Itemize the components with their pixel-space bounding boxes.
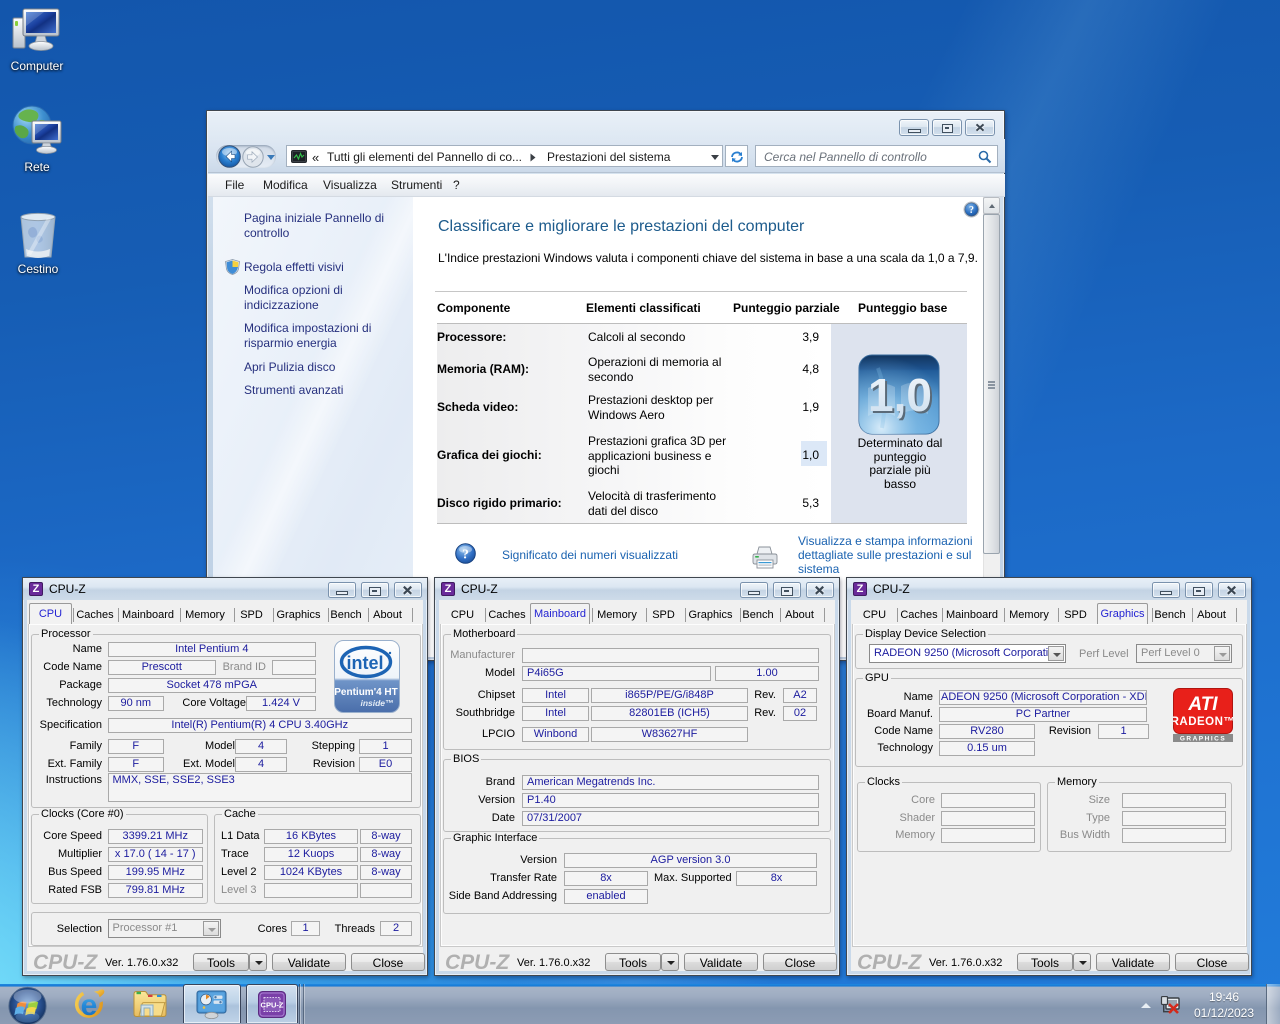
svg-text:e: e (81, 989, 98, 1021)
svg-text:GRAPHICS: GRAPHICS (1180, 736, 1226, 743)
svg-text:RADEON™: RADEON™ (1173, 716, 1233, 728)
svg-text:CPU-Z: CPU-Z (261, 1001, 284, 1010)
svg-text:intel: intel (346, 653, 383, 673)
svg-text:1,0: 1,0 (868, 369, 932, 421)
svg-text:?: ? (969, 205, 974, 216)
svg-text:Pentium'4 HT: Pentium'4 HT (334, 687, 398, 698)
svg-text:inside™: inside™ (360, 698, 393, 708)
svg-text:ATI: ATI (1187, 694, 1218, 715)
svg-text:?: ? (462, 547, 469, 562)
